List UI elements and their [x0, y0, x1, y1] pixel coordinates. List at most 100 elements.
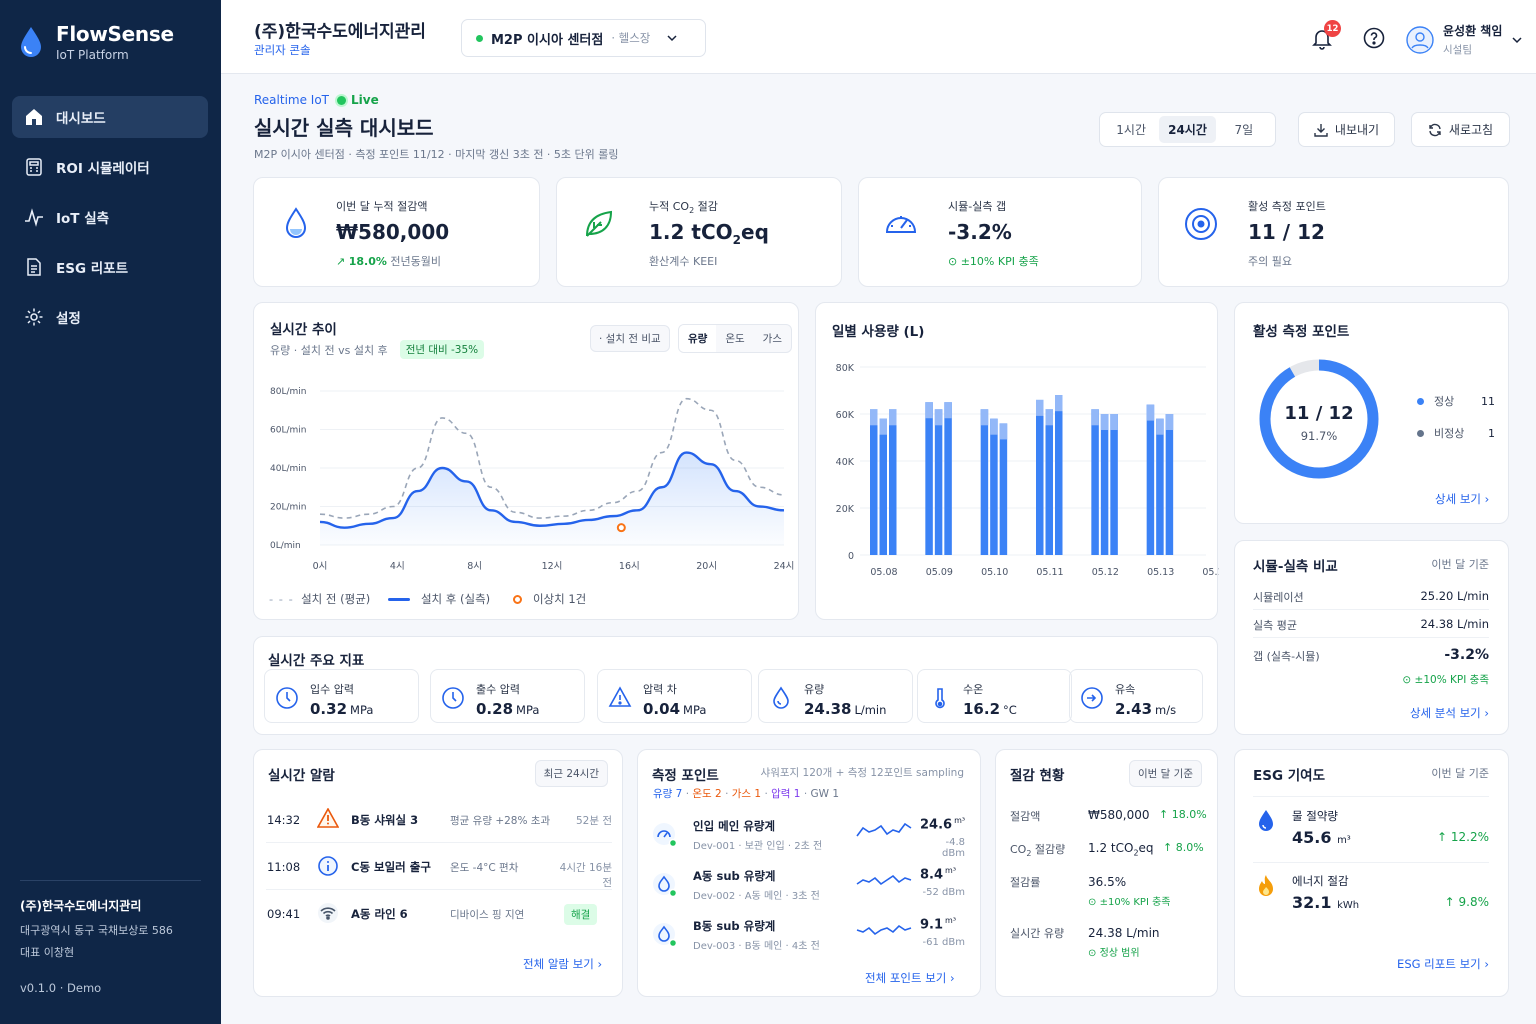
tag-gw: GW 1 [810, 788, 840, 800]
kpi-label: 시뮬-실측 갭 [948, 200, 1007, 213]
esg-report-link[interactable]: ESG 리포트 보기 › [1397, 956, 1489, 972]
kpi-value: 11 / 12 [1248, 220, 1325, 244]
page-title: 실시간 실측 대시보드 [254, 116, 434, 140]
point-rssi: -52 dBm [922, 887, 965, 898]
divider [266, 842, 612, 843]
sidebar-item-dashboard[interactable]: 대시보드 [12, 96, 208, 138]
kpi-card-co2[interactable]: 누적 CO2 절감 1.2 tCO2eq 환산계수 KEEI [556, 177, 842, 287]
all-alerts-link[interactable]: 전체 알람 보기 › [523, 956, 602, 972]
bar [944, 402, 952, 555]
savings-value: 1.2 tCO2eq [1088, 841, 1154, 857]
metric-inlet-pressure[interactable]: 입수 압력 0.32 MPa [264, 669, 419, 723]
gauge-icon [885, 216, 917, 233]
savings-value-part: 1.2 tCO [1088, 841, 1134, 855]
kpi-note-row: ⊙ ±10% KPI 충족 [948, 253, 1039, 269]
tag-temp: 온도 2 [692, 788, 722, 800]
export-label: 내보내기 [1334, 123, 1380, 137]
point-name: A동 sub 유량계 [693, 869, 776, 883]
status-dot [476, 34, 483, 42]
kpi-card-savings[interactable]: 이번 달 누적 절감액 ₩580,000 ↗ 18.0% 전년동월비 [253, 177, 540, 287]
point-name: 인입 메인 유량계 [693, 819, 776, 833]
sidebar-item-iot[interactable]: IoT 실측 [12, 196, 208, 238]
savings-label: CO2 절감량 [1010, 841, 1065, 858]
alert-ago: 4시간 16분 전 [559, 862, 612, 889]
chevron-down-icon [1512, 36, 1522, 43]
bar-cap [944, 402, 952, 419]
bar [889, 409, 897, 555]
points-detail-link[interactable]: 상세 보기 › [1435, 491, 1489, 507]
measure-sampling: 샤워포지 120개 + 측정 12포인트 sampling [760, 767, 964, 779]
kpi-delta-row: ↗ 18.0% 전년동월비 [336, 253, 441, 269]
metric-velocity[interactable]: 유속 2.43 m/s [1069, 669, 1203, 723]
refresh-button[interactable]: 새로고침 [1411, 112, 1510, 147]
sparkline [856, 874, 912, 886]
savings-note-row: ⊙ 정상 범위 [1088, 944, 1140, 959]
savings-delta: ↑ 8.0% [1163, 841, 1204, 854]
site-selector[interactable]: M2P 이시아 센터점 · 헬스장 [461, 19, 706, 57]
refresh-label: 새로고침 [1448, 123, 1494, 137]
legend-label: 설치 후 (실측) [420, 592, 491, 606]
notification-badge: 12 [1324, 20, 1341, 37]
brand[interactable]: FlowSense IoT Platform [18, 22, 174, 62]
bar-cap [934, 409, 943, 426]
kpi-card-gap[interactable]: 시뮬-실측 갭 -3.2% ⊙ ±10% KPI 충족 [858, 177, 1142, 287]
legend-count: 11 [1481, 394, 1495, 408]
range-selector: 1시간 24시간 7일 [1099, 112, 1276, 147]
savings-label: 절감률 [1010, 876, 1041, 889]
sidebar-item-roi[interactable]: ROI 시뮬레이터 [12, 146, 208, 188]
bar [999, 423, 1008, 555]
x-tick-label: 05.13 [1147, 567, 1174, 578]
range-7d[interactable]: 7일 [1216, 116, 1272, 143]
alert-desc: 온도 -4°C 편차 [450, 862, 519, 874]
x-tick-label: 20시 [696, 561, 717, 572]
metric-temp[interactable]: 수온 16.2 °C [917, 669, 1072, 723]
y-tick-label: 20L/min [270, 503, 306, 513]
metric-unit: MPa [683, 703, 707, 717]
water-drop-icon [1259, 810, 1273, 831]
esg-delta: ↑ 9.8% [1444, 895, 1489, 909]
tag-gas: 가스 1 [731, 788, 762, 800]
alert-name: A동 라인 6 [351, 907, 408, 921]
kpi-card-points[interactable]: 활성 측정 포인트 11 / 12 주의 필요 [1158, 177, 1509, 287]
point-name: B동 sub 유량계 [693, 919, 776, 933]
sim-detail-link[interactable]: 상세 분석 보기 › [1410, 705, 1489, 721]
range-24h[interactable]: 24시간 [1159, 116, 1216, 143]
check-circle-icon: ⊙ [1088, 948, 1097, 959]
x-tick-label: 05.10 [981, 567, 1008, 578]
sidebar-item-esg[interactable]: ESG 리포트 [12, 246, 208, 288]
help-icon[interactable] [1362, 26, 1386, 50]
bar [1036, 399, 1044, 555]
export-button[interactable]: 내보내기 [1298, 112, 1395, 147]
range-1h[interactable]: 1시간 [1103, 116, 1159, 143]
x-tick-label: 0시 [313, 561, 328, 572]
alerts-period[interactable]: 최근 24시간 [534, 760, 608, 787]
user-menu[interactable]: 윤성환 책임 시설팀 [1406, 22, 1523, 57]
sidebar-item-settings[interactable]: 설정 [12, 296, 208, 338]
savings-value: ₩580,000 [1088, 808, 1150, 822]
bar-cap [1045, 409, 1053, 426]
y-tick-label: 0L/min [270, 541, 301, 551]
bar [1055, 395, 1063, 555]
download-icon [1314, 123, 1328, 137]
all-points-link[interactable]: 전체 포인트 보기 › [865, 970, 955, 986]
bar-cap [1156, 418, 1164, 435]
header-console: 관리자 콘솔 [254, 43, 311, 57]
metric-pressure-diff[interactable]: 압력 차 0.04 MPa [597, 669, 752, 723]
tag-flow: 유량 7 [653, 788, 683, 800]
alerts-title: 실시간 알람 [268, 768, 335, 784]
savings-value: 36.5% [1088, 875, 1127, 889]
live-text: Live [351, 93, 379, 107]
points-percent: 91.7% [1300, 429, 1338, 443]
metric-value: 24.38 [804, 700, 852, 718]
metric-flow[interactable]: 유량 24.38 L/min [758, 669, 913, 723]
alert-desc: 디바이스 핑 지연 [450, 909, 525, 921]
divider [1253, 637, 1489, 638]
y-tick-label: 0 [848, 551, 854, 562]
metric-outlet-pressure[interactable]: 출수 압력 0.28 MPa [430, 669, 585, 723]
point-rssi: -61 dBm [922, 937, 965, 948]
daily-usage-card: 일별 사용량 (L) 80K 60K 40K 20K 0 05.08 05.09 05.10 0… [815, 302, 1219, 620]
bar-cap [1100, 414, 1109, 430]
home-icon [26, 109, 42, 125]
metric-unit: L/min [854, 703, 887, 717]
chevron-down-icon [667, 35, 677, 42]
